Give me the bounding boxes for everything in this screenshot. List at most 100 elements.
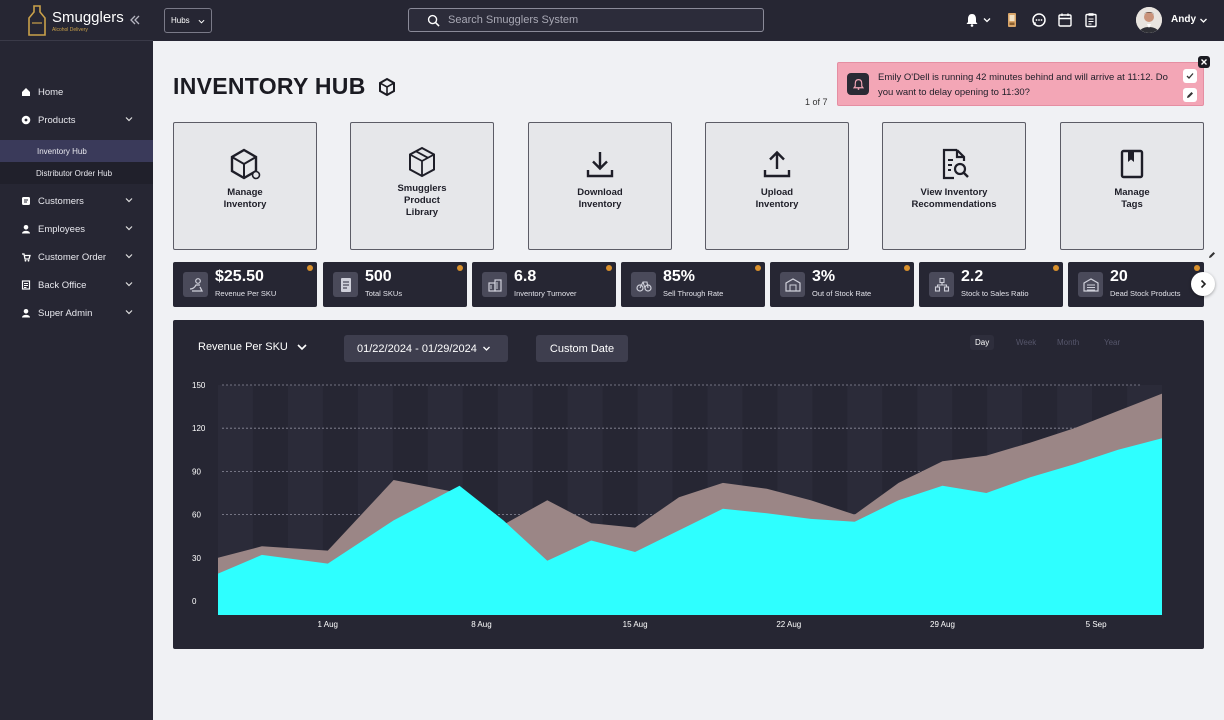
sidebar-item-customer-order[interactable]: Customer Order — [0, 243, 153, 271]
clipboard-icon[interactable] — [1083, 12, 1099, 28]
sidebar-item-label: Super Admin — [38, 307, 93, 319]
sidebar-item-customers[interactable]: Customers — [0, 187, 153, 215]
chart-metric-label: Revenue Per SKU — [198, 341, 288, 353]
info-icon[interactable] — [606, 265, 612, 271]
card-label: Manage Inventory — [223, 187, 267, 210]
chevron-down-icon — [125, 198, 133, 203]
chart-metric-dropdown[interactable]: Revenue Per SKU — [198, 341, 308, 353]
metric-card[interactable]: 85% Sell Through Rate — [621, 262, 765, 307]
chevron-down-icon[interactable] — [1199, 16, 1208, 25]
info-icon[interactable] — [755, 265, 761, 271]
notification-bell-icon — [847, 73, 869, 95]
metric-card[interactable]: 3% Out of Stock Rate — [770, 262, 914, 307]
sidebar-item-products[interactable]: Products — [0, 106, 153, 134]
notification-close-button[interactable] — [1198, 56, 1210, 68]
metric-value: 3% — [812, 268, 836, 285]
search-input[interactable] — [448, 14, 748, 26]
sidebar-item-super-admin[interactable]: Super Admin — [0, 299, 153, 327]
resize-pencil-icon[interactable] — [1208, 251, 1216, 259]
chevron-down-icon — [125, 310, 133, 315]
metric-card[interactable]: 20 Dead Stock Products — [1068, 262, 1204, 307]
y-tick-label: 150 — [192, 381, 206, 390]
date-range-text: 01/22/2024 - 01/29/2024 — [357, 342, 477, 355]
upload-inventory-card[interactable]: Upload Inventory — [705, 122, 849, 250]
y-tick-label: 30 — [192, 554, 201, 563]
chevron-down-icon — [125, 226, 133, 231]
search-bar[interactable] — [408, 8, 764, 32]
chevron-down-icon[interactable] — [982, 12, 992, 28]
info-icon[interactable] — [307, 265, 313, 271]
period-month-tab[interactable]: Month — [1057, 338, 1079, 347]
chart-panel: 0 30 60 90 120 150 1 Aug 8 Aug 15 Aug 22 Aug 29 Au… — [173, 320, 1204, 649]
metric-value: 6.8 — [514, 268, 537, 285]
notification-accept-button[interactable] — [1183, 69, 1197, 83]
metric-card[interactable]: 500 Total SKUs — [323, 262, 467, 307]
user-name[interactable]: Andy — [1171, 14, 1196, 25]
metric-value: 500 — [365, 268, 392, 285]
tag-icon — [21, 115, 31, 125]
collapse-sidebar-icon[interactable] — [128, 14, 142, 28]
turnover-icon — [482, 272, 507, 297]
period-week-tab[interactable]: Week — [1016, 338, 1036, 347]
user-photo-icon — [1136, 7, 1162, 33]
chevron-right-icon — [1200, 279, 1207, 289]
back-office-icon — [21, 280, 31, 290]
card-label: Download Inventory — [577, 187, 623, 210]
view-recommendations-card[interactable]: View Inventory Recommendations — [882, 122, 1026, 250]
metric-value: 85% — [663, 268, 696, 285]
manage-tags-card[interactable]: Manage Tags — [1060, 122, 1204, 250]
admin-icon — [22, 309, 30, 318]
x-tick-label: 8 Aug — [471, 620, 491, 629]
info-icon[interactable] — [1194, 265, 1200, 271]
metric-card[interactable]: 2.2 Stock to Sales Ratio — [919, 262, 1063, 307]
download-inventory-card[interactable]: Download Inventory — [528, 122, 672, 250]
sidebar-item-back-office[interactable]: Back Office — [0, 271, 153, 299]
metrics-next-button[interactable] — [1191, 272, 1215, 296]
device-icon[interactable] — [1005, 12, 1019, 28]
hubs-dropdown[interactable]: Hubs — [164, 8, 212, 33]
x-tick-label: 29 Aug — [930, 620, 955, 629]
sidebar-item-label: Back Office — [38, 279, 87, 291]
metric-label: Revenue Per SKU — [215, 289, 277, 298]
sidebar-item-employees[interactable]: Employees — [0, 215, 153, 243]
metric-card[interactable]: $25.50 Revenue Per SKU — [173, 262, 317, 307]
manage-inventory-card[interactable]: Manage Inventory — [173, 122, 317, 250]
period-day-tab[interactable]: Day — [970, 335, 995, 350]
x-tick-label: 5 Sep — [1086, 620, 1107, 629]
sidebar-subitem-distributor-order-hub[interactable]: Distributor Order Hub — [0, 162, 153, 184]
close-icon — [1201, 59, 1207, 65]
info-icon[interactable] — [904, 265, 910, 271]
download-icon — [586, 152, 614, 178]
employees-icon — [22, 225, 30, 234]
area-chart: 0 30 60 90 120 150 1 Aug 8 Aug 15 Aug 22 Aug 29 Au… — [192, 381, 1162, 629]
y-tick-label: 120 — [192, 424, 206, 433]
calendar-icon[interactable] — [1057, 12, 1073, 28]
avatar[interactable] — [1136, 7, 1162, 33]
cube-icon — [378, 77, 395, 96]
info-icon[interactable] — [1053, 265, 1059, 271]
sidebar-item-label: Customer Order — [38, 251, 107, 263]
page-title-text: INVENTORY HUB — [173, 73, 366, 99]
sidebar-item-label: Customers — [38, 195, 84, 207]
sidebar-item-home[interactable]: Home — [0, 78, 153, 106]
x-tick-label: 22 Aug — [776, 620, 801, 629]
bell-icon[interactable] — [964, 12, 980, 28]
sidebar-subitem-inventory-hub[interactable]: Inventory Hub — [0, 140, 153, 162]
brand-tagline: Alcohol Delivery — [52, 26, 88, 33]
info-icon[interactable] — [457, 265, 463, 271]
product-library-card[interactable]: Smugglers Product Library — [350, 122, 494, 250]
card-label: Upload Inventory — [755, 187, 799, 210]
brand-name: Smugglers — [52, 8, 124, 26]
custom-date-button[interactable]: Custom Date — [536, 335, 628, 362]
period-year-tab[interactable]: Year — [1104, 338, 1120, 347]
x-tick-label: 15 Aug — [623, 620, 648, 629]
card-label: View Inventory Recommendations — [911, 187, 997, 210]
card-label: Smugglers Product Library — [397, 183, 447, 218]
date-range-picker[interactable]: 01/22/2024 - 01/29/2024 — [344, 335, 508, 362]
chevron-down-icon — [297, 344, 307, 351]
chat-icon[interactable] — [1031, 12, 1047, 28]
metric-card[interactable]: 6.8 Inventory Turnover — [472, 262, 616, 307]
home-icon — [22, 88, 30, 96]
sidebar-divider — [0, 40, 153, 41]
notification-edit-button[interactable] — [1183, 88, 1197, 102]
